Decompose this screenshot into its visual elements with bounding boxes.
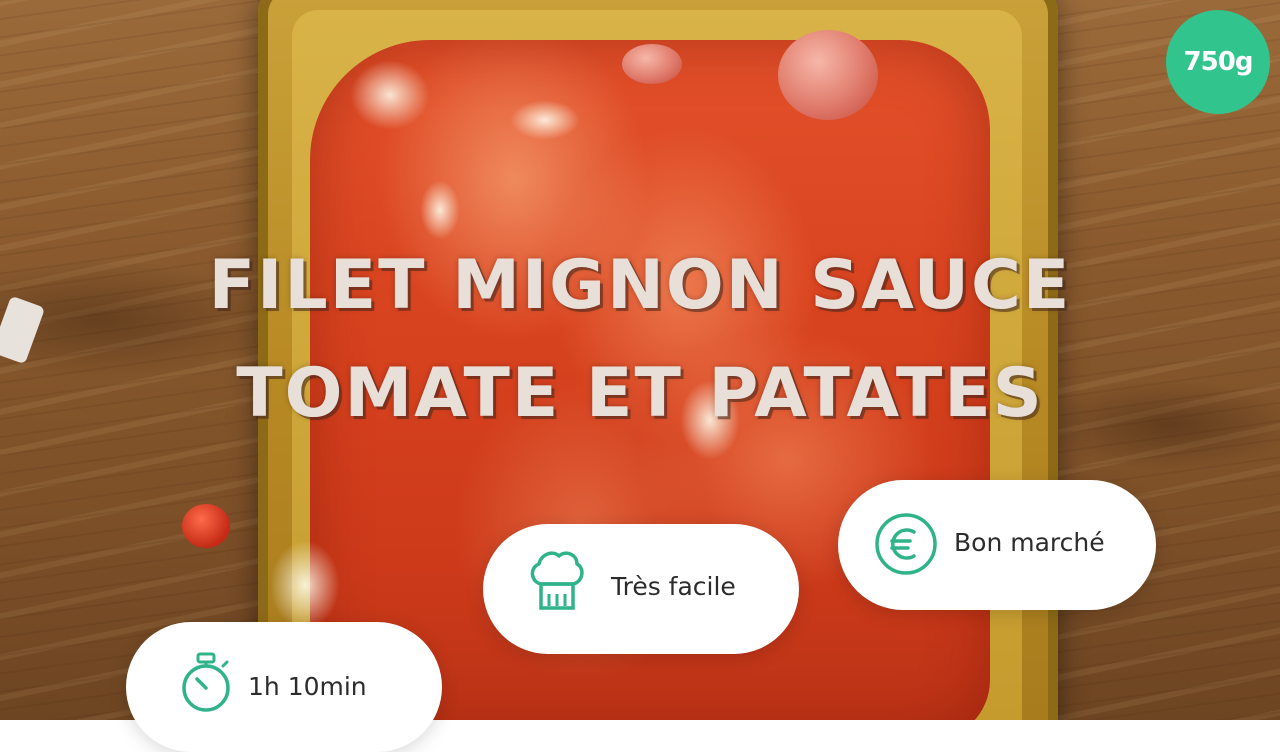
sauce-highlight: [420, 180, 460, 240]
difficulty-label: Très facile: [611, 572, 736, 601]
recipe-title-line2: TOMATE ET PATATES: [236, 354, 1044, 433]
time-badge: 1h 10min: [126, 622, 442, 752]
recipe-title-line1: FILET MIGNON SAUCE: [208, 246, 1072, 325]
recipe-title: FILET MIGNON SAUCE TOMATE ET PATATES: [0, 232, 1280, 448]
brand-logo: 750g: [1166, 10, 1270, 114]
pork-piece: [778, 30, 878, 120]
difficulty-badge: Très facile: [483, 524, 799, 654]
euro-icon: [874, 512, 938, 580]
brand-logo-text: 750g: [1183, 47, 1254, 77]
pork-piece: [622, 44, 682, 84]
potato-piece: [270, 540, 340, 630]
sauce-drop: [182, 504, 230, 548]
cost-label: Bon marché: [954, 528, 1105, 557]
chef-hat-icon: [527, 548, 587, 618]
time-label: 1h 10min: [248, 672, 367, 701]
cost-badge: Bon marché: [838, 480, 1156, 610]
stopwatch-icon: [178, 650, 234, 720]
potato-piece: [350, 60, 430, 130]
sauce-highlight: [510, 100, 580, 140]
